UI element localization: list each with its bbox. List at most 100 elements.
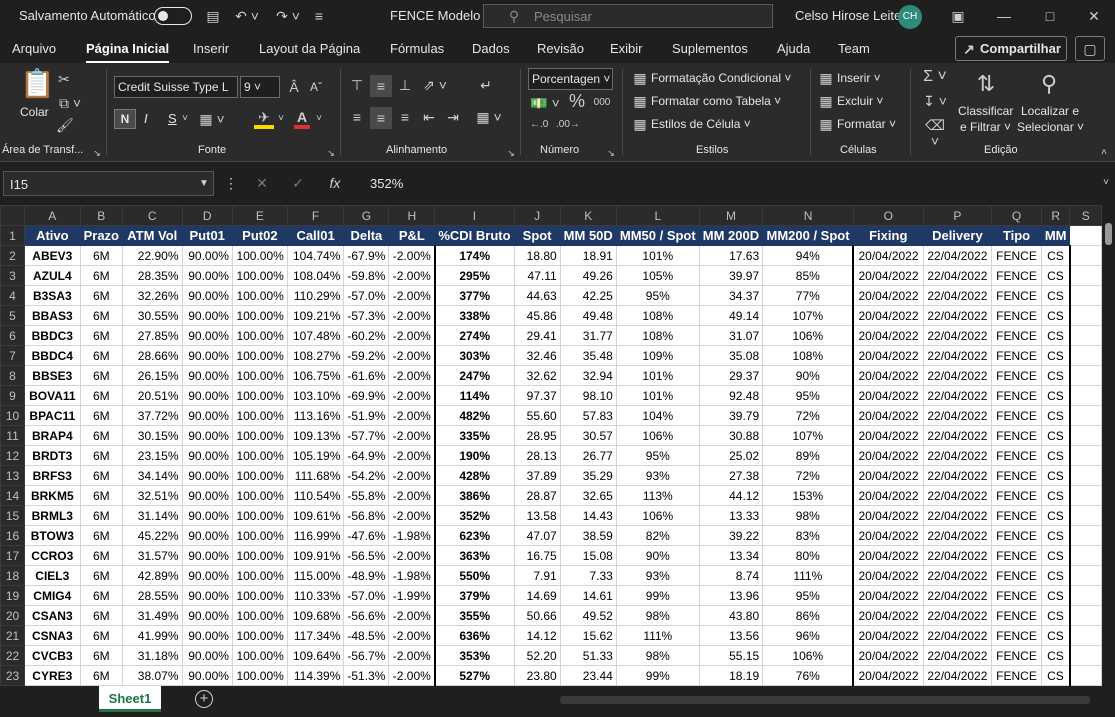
align-center-icon[interactable]: ≡ [370,107,392,129]
cell[interactable]: 6M [79,585,124,606]
cell[interactable]: 20.51% [122,385,183,406]
column-header-f[interactable]: F [286,205,345,226]
cell[interactable]: -1.98% [388,525,436,546]
cell[interactable]: FENCE [991,485,1042,506]
cell[interactable]: 104% [615,405,700,426]
cell[interactable]: CS [1040,545,1071,566]
cell[interactable]: 6M [79,505,124,526]
cell[interactable]: 109% [615,345,700,366]
cell[interactable]: 110.29% [286,285,345,306]
cell[interactable]: 20/04/2022 [852,545,924,566]
row-header[interactable]: 7 [0,345,26,366]
menu-suplementos[interactable]: Suplementos [672,41,748,56]
column-header-q[interactable]: Q [991,205,1042,226]
cell[interactable]: CS [1040,445,1071,466]
cell[interactable]: 28.55% [122,585,183,606]
cell[interactable]: 100.00% [231,525,288,546]
cell[interactable]: -48.9% [343,565,390,586]
row-header[interactable]: 1 [0,225,26,246]
empty-cell[interactable] [1069,425,1102,446]
cell[interactable]: BBDC4 [24,345,81,366]
header-cell[interactable]: Tipo [991,225,1042,246]
cell[interactable]: CMIG4 [24,585,81,606]
cell[interactable]: -2.00% [388,405,436,426]
cell[interactable]: 20/04/2022 [852,245,924,266]
cell[interactable]: 104.74% [286,245,345,266]
cell[interactable]: 6M [79,245,124,266]
row-header[interactable]: 5 [0,305,26,326]
cell[interactable]: 30.57 [559,425,617,446]
cell[interactable]: 28.35% [122,265,183,286]
format-as-table-button[interactable]: Formatar como Tabela ˅ [651,94,781,108]
cell[interactable]: -2.00% [388,465,436,486]
cell[interactable]: 90.00% [181,265,233,286]
header-cell[interactable]: Spot [513,225,561,246]
cell[interactable]: 106% [615,425,700,446]
cell[interactable]: -64.9% [343,445,390,466]
column-header-e[interactable]: E [231,205,288,226]
cell[interactable]: BBAS3 [24,305,81,326]
cell[interactable]: 153% [762,485,854,506]
row-header[interactable]: 17 [0,545,26,566]
cell[interactable]: -2.00% [388,605,436,626]
cell[interactable]: BTOW3 [24,525,81,546]
cell[interactable]: 100.00% [231,625,288,646]
sort-filter-label-1[interactable]: Classificar [958,104,1013,118]
cell[interactable]: -60.2% [343,325,390,346]
cell[interactable]: 20/04/2022 [852,565,924,586]
cell[interactable]: 623% [433,525,515,546]
sort-filter-label-2[interactable]: e Filtrar ˅ [960,120,1011,134]
cell[interactable]: -2.00% [388,365,436,386]
cell[interactable]: CIEL3 [24,565,81,586]
cell[interactable]: FENCE [991,305,1042,326]
cell[interactable]: 32.51% [122,485,183,506]
percent-icon[interactable]: % [568,92,586,110]
cell[interactable]: 6M [79,465,124,486]
fill-icon[interactable]: ↧ ˅ [920,93,950,109]
comments-button[interactable]: ▢ [1075,36,1105,61]
cell[interactable]: 22/04/2022 [922,325,993,346]
cell[interactable]: 105.19% [286,445,345,466]
cell[interactable]: -57.7% [343,425,390,446]
row-header[interactable]: 2 [0,245,26,266]
cell[interactable]: 90.00% [181,645,233,666]
cell[interactable]: 96% [762,625,854,646]
menu-pagina-inicial[interactable]: Página Inicial [86,41,170,64]
cell[interactable]: 355% [433,605,515,626]
cell[interactable]: 17.63 [698,245,764,266]
row-header[interactable]: 19 [0,585,26,606]
cell[interactable]: 190% [433,445,515,466]
cell[interactable]: 106% [615,505,700,526]
cell[interactable]: CS [1040,665,1071,686]
cell[interactable]: 379% [433,585,515,606]
cell[interactable]: 86% [762,605,854,626]
empty-cell[interactable] [1069,265,1102,286]
cell[interactable]: 20/04/2022 [852,425,924,446]
cell[interactable]: 55.15 [698,645,764,666]
header-cell[interactable]: %CDI Bruto [434,225,515,246]
cell[interactable]: 100.00% [231,385,288,406]
cell[interactable]: FENCE [991,245,1042,266]
cell[interactable]: FENCE [991,605,1042,626]
column-header-i[interactable]: I [434,205,515,226]
cell[interactable]: 274% [433,325,515,346]
cell[interactable]: 353% [433,645,515,666]
row-header[interactable]: 4 [0,285,26,306]
cell[interactable]: 98.10 [559,385,617,406]
cell[interactable]: 90.00% [181,605,233,626]
cell[interactable]: 113.16% [286,405,345,426]
format-cells-button[interactable]: Formatar ˅ [837,117,896,131]
empty-cell[interactable] [1069,345,1102,366]
alignment-launcher-icon[interactable]: ↘ [506,145,516,161]
empty-cell[interactable] [1069,665,1102,686]
cell[interactable]: -51.3% [343,665,390,686]
cell[interactable]: 15.08 [559,545,617,566]
cell[interactable]: 90.00% [181,285,233,306]
cell[interactable]: CS [1040,345,1071,366]
empty-cell[interactable] [1069,285,1102,306]
cell[interactable]: 22/04/2022 [922,345,993,366]
copy-icon[interactable]: ⧉ ˅ [56,95,84,111]
cell[interactable]: 6M [79,445,124,466]
cell[interactable]: -2.00% [388,245,436,266]
cell[interactable]: 100.00% [231,565,288,586]
